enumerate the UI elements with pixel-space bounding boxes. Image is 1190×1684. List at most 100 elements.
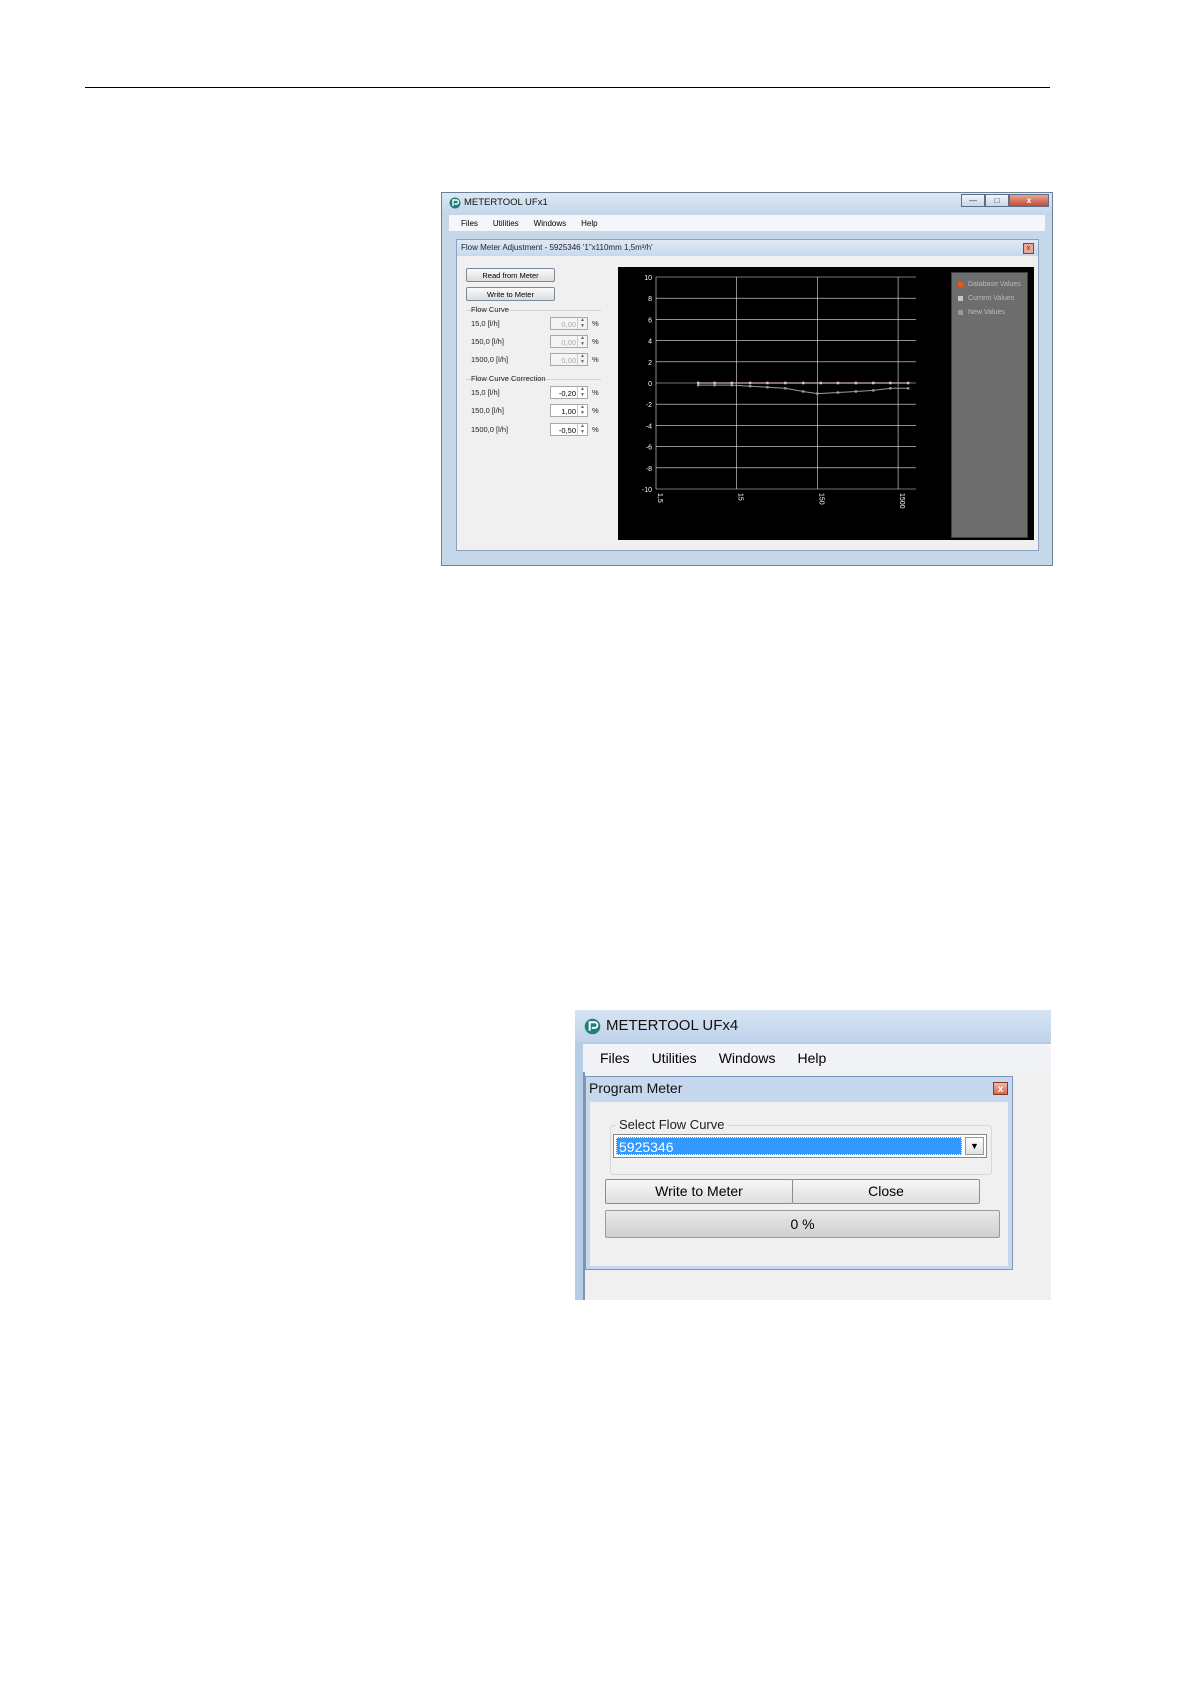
unit-label: % (592, 337, 599, 346)
flow-meter-adjustment-window: Flow Meter Adjustment - 5925346 '1"x110m… (456, 239, 1039, 551)
close-button[interactable]: x (1009, 194, 1049, 207)
flow-curve-spinner: 0,00 ▲ ▼ (550, 335, 588, 348)
app-logo-icon (584, 1018, 601, 1035)
x-tick-label: 15 (737, 493, 744, 501)
unit-label: % (592, 425, 599, 434)
correction-label: 1500,0 [l/h] (471, 425, 509, 434)
app-logo-icon (449, 197, 461, 209)
series-point-1 (836, 381, 840, 385)
flow-curve-selected-value[interactable]: 5925346 (616, 1137, 962, 1155)
series-point-2 (872, 389, 875, 392)
legend-new-values: New Values (958, 309, 1005, 316)
series-point-1 (906, 381, 910, 385)
y-tick-label: -2 (646, 402, 652, 409)
write-to-meter-button[interactable]: Write to Meter (605, 1179, 793, 1204)
y-tick-label: -10 (642, 487, 652, 494)
chart-legend: Database Values Current Values New Value… (951, 272, 1028, 538)
chart-plot: 10 8 6 4 2 0 -2 -4 -6 -8 -10 1,5 15 150 1500 (642, 275, 916, 509)
y-tick-label: 10 (644, 275, 652, 282)
series-point-1 (801, 381, 805, 385)
series-point-1 (766, 381, 769, 385)
window-title: METERTOOL UFx1 (464, 197, 548, 208)
title-bar[interactable]: METERTOOL UFx4 (575, 1010, 1051, 1042)
y-tick-label: -4 (646, 423, 652, 430)
select-flow-curve-label: Select Flow Curve (616, 1117, 728, 1132)
legend-database-values: Database Values (958, 281, 1021, 288)
metertool-window-4: METERTOOL UFx4 Files Utilities Windows H… (575, 1010, 1051, 1300)
series-point-1 (748, 381, 752, 385)
series-point-2 (854, 390, 858, 393)
flow-curve-chart: 10 8 6 4 2 0 -2 -4 -6 -8 -10 1,5 15 150 1500 Database … (618, 267, 1034, 540)
series-point-1 (889, 381, 892, 385)
dialog-content: Select Flow Curve 5925346 ▼ Write to Met… (590, 1102, 1008, 1266)
unit-label: % (592, 319, 599, 328)
flow-curve-select[interactable]: 5925346 ▼ (613, 1134, 987, 1158)
y-tick-label: 8 (648, 296, 652, 303)
menu-files[interactable]: Files (600, 1050, 630, 1066)
menu-help[interactable]: Help (581, 219, 597, 228)
flow-curve-label: 1500,0 [l/h] (471, 355, 509, 364)
series-point-1 (872, 381, 875, 385)
program-meter-dialog: Program Meter x Select Flow Curve 592534… (585, 1076, 1013, 1270)
dialog-close-icon[interactable]: x (993, 1082, 1008, 1095)
title-bar[interactable]: METERTOOL UFx1 — □ x (442, 193, 1052, 215)
correction-heading: Flow Curve Correction (471, 374, 546, 383)
workspace: Program Meter x Select Flow Curve 592534… (583, 1072, 1051, 1300)
header-rule (85, 87, 1050, 88)
menu-files[interactable]: Files (461, 219, 478, 228)
series-point-1 (713, 381, 716, 385)
chevron-down-icon[interactable]: ▼ (965, 1137, 984, 1155)
correction-label: 150,0 [l/h] (471, 406, 504, 415)
x-tick-label: 1500 (898, 493, 905, 509)
correction-spinner[interactable]: -0,50 ▲ ▼ (550, 423, 588, 436)
series-point-2 (906, 387, 910, 390)
flow-curve-spinner: 0,00 ▲ ▼ (550, 317, 588, 330)
series-point-2 (713, 383, 716, 387)
y-tick-label: -6 (646, 445, 652, 452)
correction-spinner[interactable]: -0,20 ▲ ▼ (550, 386, 588, 399)
y-tick-label: 6 (648, 317, 652, 324)
series-point-2 (836, 391, 840, 394)
unit-label: % (592, 388, 599, 397)
x-tick-label: 1,5 (656, 493, 663, 503)
write-to-meter-button[interactable]: Write to Meter (466, 287, 555, 301)
y-tick-label: 0 (648, 381, 652, 388)
flow-curve-heading: Flow Curve (471, 305, 509, 314)
y-tick-label: -8 (646, 466, 652, 473)
correction-spinner[interactable]: 1,00 ▲ ▼ (550, 404, 588, 417)
maximize-button[interactable]: □ (985, 194, 1009, 207)
series-point-2 (816, 392, 819, 395)
series-point-2 (696, 383, 700, 387)
window-title: METERTOOL UFx4 (606, 1017, 739, 1034)
metertool-window-1: METERTOOL UFx1 — □ x Files Utilities Win… (441, 192, 1053, 566)
y-tick-label: 4 (648, 339, 652, 346)
series-point-1 (730, 381, 733, 385)
flow-curve-label: 150,0 [l/h] (471, 337, 504, 346)
unit-label: % (592, 355, 599, 364)
unit-label: % (592, 406, 599, 415)
spinner-arrows-icon[interactable]: ▲ ▼ (577, 404, 587, 416)
series-point-2 (730, 383, 733, 387)
menu-utilities[interactable]: Utilities (652, 1050, 697, 1066)
minimize-button[interactable]: — (961, 194, 985, 207)
spinner-arrows-icon[interactable]: ▲ ▼ (577, 423, 587, 435)
menu-bar: Files Utilities Windows Help (583, 1044, 1051, 1072)
flow-curve-spinner: 0,00 ▲ ▼ (550, 353, 588, 366)
correction-label: 15,0 [l/h] (471, 388, 500, 397)
series-point-2 (766, 386, 769, 389)
series-point-1 (854, 381, 858, 385)
spinner-arrows-icon[interactable]: ▲ ▼ (577, 386, 587, 398)
series-point-1 (819, 381, 822, 385)
menu-utilities[interactable]: Utilities (493, 219, 519, 228)
menu-windows[interactable]: Windows (719, 1050, 776, 1066)
series-point-1 (784, 381, 787, 385)
series-point-2 (801, 390, 805, 393)
subwindow-close-icon[interactable]: x (1023, 243, 1034, 254)
y-tick-label: 2 (648, 360, 652, 367)
menu-windows[interactable]: Windows (534, 219, 566, 228)
close-button[interactable]: Close (792, 1179, 980, 1204)
flow-curve-label: 15,0 [l/h] (471, 319, 500, 328)
menu-help[interactable]: Help (797, 1050, 826, 1066)
read-from-meter-button[interactable]: Read from Meter (466, 268, 555, 282)
menu-bar: Files Utilities Windows Help (449, 215, 1045, 231)
